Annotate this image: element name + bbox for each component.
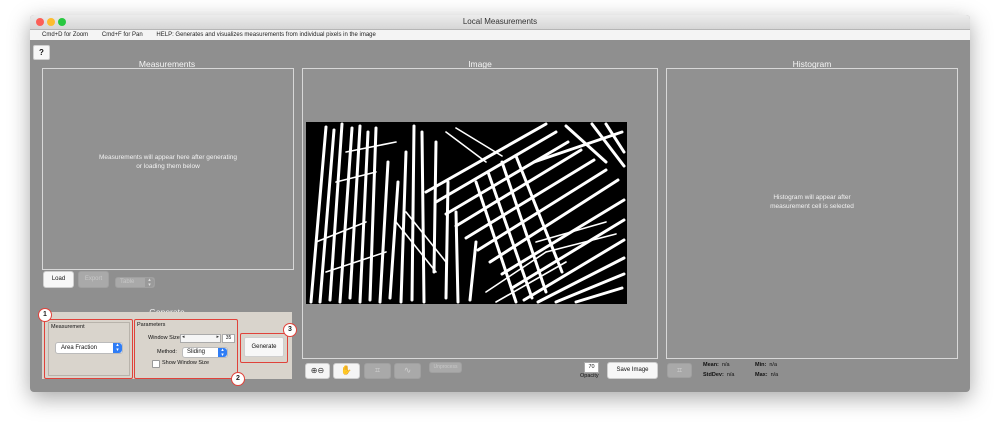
callout-badge-2: 2 — [231, 372, 245, 386]
method-select-value: Sliding — [187, 349, 206, 355]
opacity-field[interactable]: 70 — [584, 362, 599, 373]
mean-label: Mean: — [703, 362, 719, 368]
zoom-hint: Cmd+D for Zoom — [42, 32, 89, 38]
hand-icon[interactable]: ✋ — [333, 363, 360, 379]
max-value: n/a — [770, 372, 779, 378]
slider-left-arrow-icon[interactable]: ◂ — [182, 334, 185, 340]
mean-stat: Mean: n/a — [703, 362, 730, 368]
stddev-stat: StdDev: n/a — [703, 372, 735, 378]
window-title: Local Measurements — [462, 17, 538, 26]
window-size-label: Window Size: — [148, 335, 182, 341]
max-stat: Max: n/a — [755, 372, 778, 378]
wave-icon[interactable]: ∿ — [394, 363, 421, 379]
show-window-label: Show Window Size — [162, 360, 210, 366]
method-select[interactable]: Sliding ▴ ▾ — [182, 347, 228, 358]
stddev-value: n/a — [726, 372, 735, 378]
window-size-slider[interactable]: ◂ ▸ — [180, 334, 221, 343]
measurement-group-label: Measurement — [51, 324, 85, 330]
measurements-panel: Measurements will appear here after gene… — [42, 68, 294, 270]
measurement-group: Measurement Area Fraction ▴ ▾ — [48, 322, 130, 376]
unprocess-button[interactable]: Unprocess — [429, 362, 462, 373]
window-size-field[interactable]: 35 — [222, 334, 235, 343]
crop-icon[interactable]: ⌗ — [364, 363, 391, 379]
slider-right-arrow-icon[interactable]: ▸ — [216, 334, 219, 340]
export-histogram-icon[interactable]: ⌗ — [667, 363, 692, 378]
pan-hint: Cmd+F for Pan — [101, 32, 143, 38]
app-window: Local Measurements Cmd+D for Zoom Cmd+F … — [30, 15, 970, 392]
histogram-panel: Histogram will appear after measurement … — [666, 68, 958, 359]
micrograph-image — [306, 122, 627, 304]
help-button[interactable]: ? — [33, 45, 50, 60]
measurement-select-value: Area Fraction — [61, 345, 98, 351]
method-label: Method: — [157, 349, 177, 355]
export-button[interactable]: Export — [78, 271, 109, 288]
chevron-updown-icon: ▴ ▾ — [145, 278, 154, 288]
chevron-updown-icon: ▴ ▾ — [218, 348, 227, 358]
min-label: Min: — [755, 362, 767, 368]
mean-value: n/a — [721, 362, 730, 368]
parameters-group-label: Parameters — [137, 322, 166, 328]
show-window-checkbox[interactable] — [152, 360, 160, 368]
stddev-label: StdDev: — [703, 372, 724, 378]
image-panel — [302, 68, 658, 359]
max-label: Max: — [755, 372, 768, 378]
help-text: HELP: Generates and visualizes measureme… — [156, 32, 376, 38]
min-stat: Min: n/a — [755, 362, 777, 368]
generate-button[interactable]: Generate — [244, 337, 284, 357]
title-bar: Local Measurements — [30, 15, 970, 30]
format-select[interactable]: Table ▴ ▾ — [115, 277, 155, 288]
chevron-updown-icon: ▴ ▾ — [113, 343, 122, 353]
save-image-button[interactable]: Save Image — [607, 362, 658, 379]
opacity-label: Opacity — [580, 373, 599, 379]
zoom-icon[interactable]: ⊕⊖ — [305, 363, 330, 379]
measurements-placeholder: Measurements will appear here after gene… — [98, 154, 238, 170]
load-button[interactable]: Load — [43, 271, 74, 288]
min-value: n/a — [769, 362, 778, 368]
measurement-select[interactable]: Area Fraction ▴ ▾ — [55, 342, 123, 354]
parameters-group: Parameters Window Size: ◂ ▸ 35 Method: S… — [136, 322, 235, 375]
format-select-value: Table — [120, 279, 135, 285]
histogram-placeholder: Histogram will appear after measurement … — [770, 194, 854, 210]
callout-badge-3: 3 — [283, 323, 297, 337]
callout-badge-1: 1 — [38, 308, 52, 322]
help-bar: Cmd+D for Zoom Cmd+F for Pan HELP: Gener… — [30, 30, 970, 40]
